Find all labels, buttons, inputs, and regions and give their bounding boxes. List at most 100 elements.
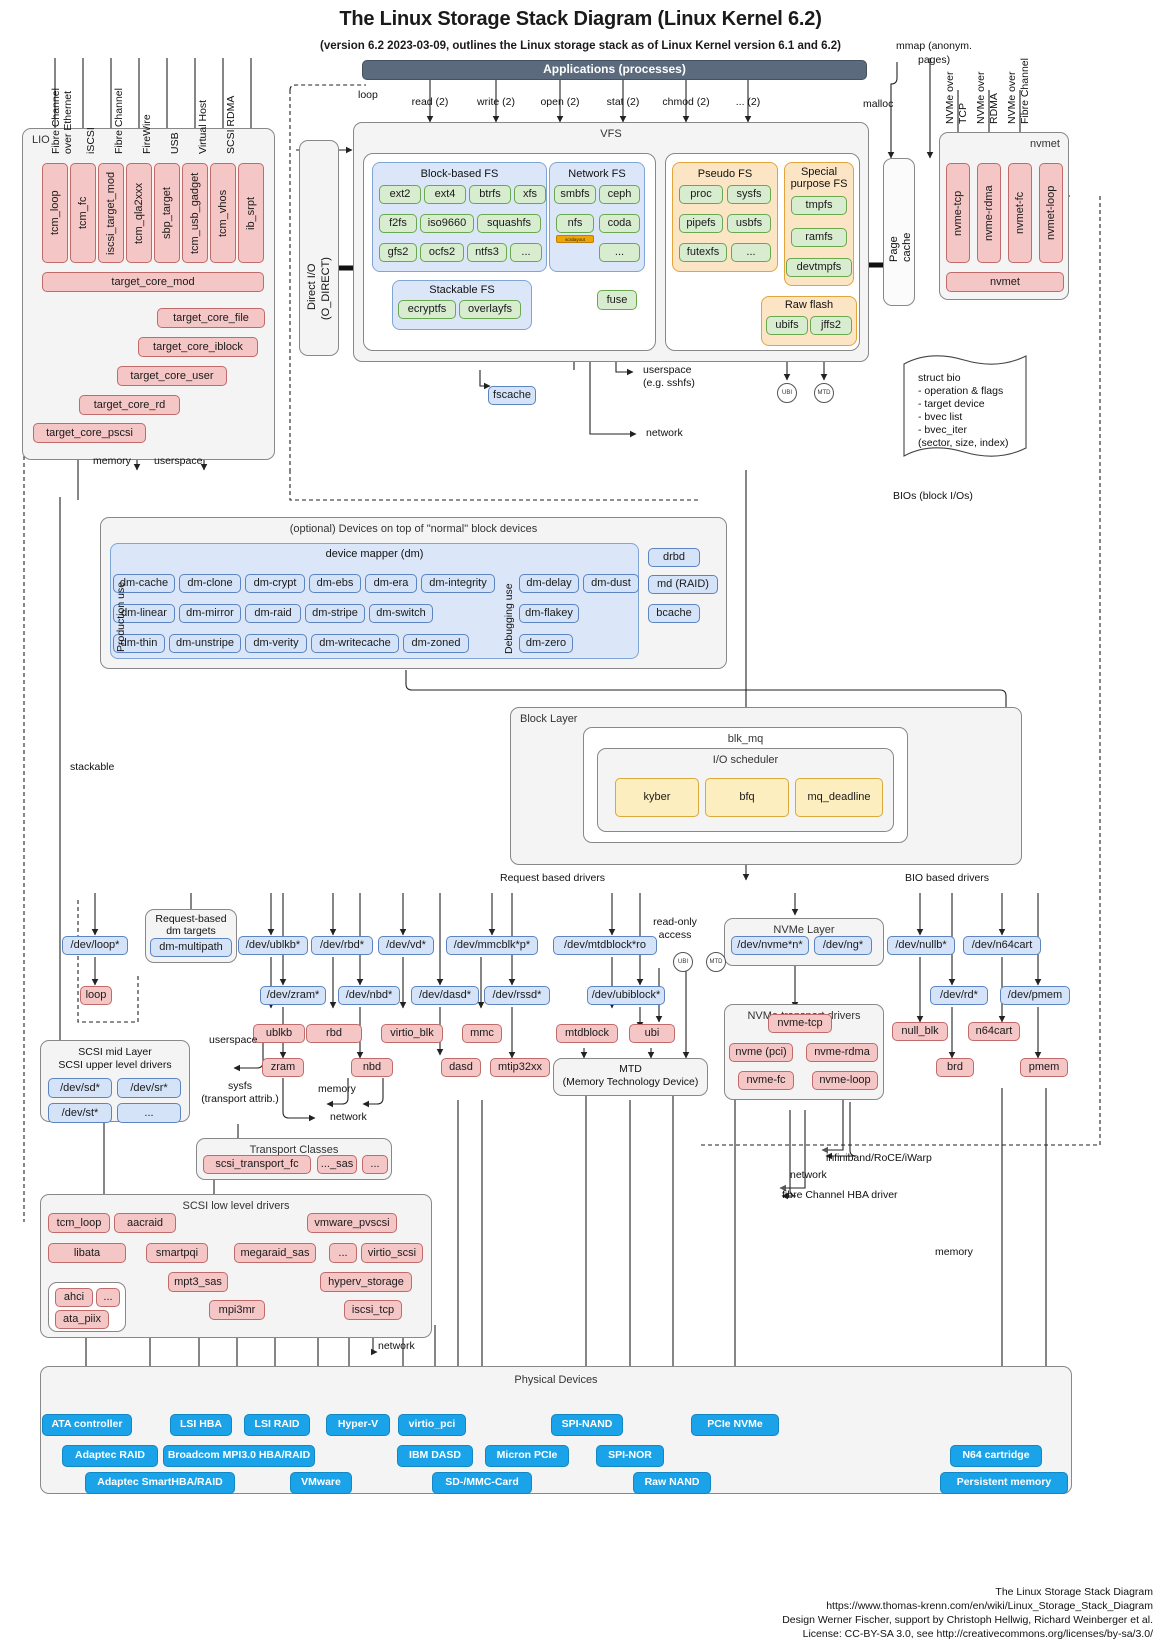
dm-switch[interactable]: dm-switch (369, 604, 433, 623)
fs-ubifs[interactable]: ubifs (766, 316, 808, 335)
fs-overlayfs[interactable]: overlayfs (459, 300, 521, 319)
fs-nfs[interactable]: nfs (556, 214, 594, 233)
phys-pcie-nvme[interactable]: PCIe NVMe (691, 1414, 779, 1436)
lio-fabric-tcm-usb-gadget[interactable]: tcm_usb_gadget (182, 163, 208, 263)
lio-fabric-ib-srpt[interactable]: ib_srpt (238, 163, 264, 263)
driver-nbd[interactable]: nbd (351, 1058, 393, 1077)
phys-adaptec-raid[interactable]: Adaptec RAID (62, 1445, 158, 1467)
driver-ublkb[interactable]: ublkb (253, 1024, 305, 1043)
scsi-low-tcm-loop[interactable]: tcm_loop (48, 1213, 110, 1233)
driver-virtio-blk[interactable]: virtio_blk (381, 1024, 443, 1043)
fs-smbfs[interactable]: smbfs (554, 185, 596, 204)
nvmet-module-nvmet-fc[interactable]: nvmet-fc (1008, 163, 1032, 263)
fs-ocfs2[interactable]: ocfs2 (420, 243, 464, 262)
dm-dust[interactable]: dm-dust (583, 574, 639, 593)
phys-micron-pcie[interactable]: Micron PCIe (485, 1445, 569, 1467)
devnode-loop[interactable]: /dev/loop* (62, 936, 128, 955)
devnode-vd[interactable]: /dev/vd* (378, 936, 434, 955)
dm-delay[interactable]: dm-delay (519, 574, 579, 593)
phys-virtio-pci[interactable]: virtio_pci (398, 1414, 466, 1436)
driver-nvme-pci[interactable]: nvme (pci) (729, 1043, 793, 1062)
scsi-low-smartpqi[interactable]: smartpqi (146, 1243, 208, 1263)
libata-more[interactable]: ... (96, 1288, 120, 1307)
devnode-mmcblk[interactable]: /dev/mmcblk*p* (446, 936, 538, 955)
phys-broadcom-mpi3[interactable]: Broadcom MPI3.0 HBA/RAID (163, 1445, 315, 1467)
devnode-rbd[interactable]: /dev/rbd* (311, 936, 373, 955)
devnode-sr[interactable]: /dev/sr* (117, 1078, 181, 1098)
fs-btrfs[interactable]: btrfs (469, 185, 511, 204)
devnode-nbd[interactable]: /dev/nbd* (338, 986, 400, 1005)
scsi-low-iscsi-tcp[interactable]: iscsi_tcp (344, 1300, 402, 1320)
nvmet-core[interactable]: nvmet (946, 272, 1064, 292)
lio-target-core-mod[interactable]: target_core_mod (42, 272, 264, 292)
fs-tmpfs[interactable]: tmpfs (791, 196, 847, 215)
libata-ahci[interactable]: ahci (55, 1288, 93, 1307)
driver-ubi[interactable]: ubi (629, 1024, 675, 1043)
dm-zero[interactable]: dm-zero (519, 634, 573, 653)
fs-ecryptfs[interactable]: ecryptfs (398, 300, 456, 319)
phys-lsi-hba[interactable]: LSI HBA (170, 1414, 232, 1436)
driver-loop[interactable]: loop (80, 986, 112, 1005)
phys-raw-nand[interactable]: Raw NAND (633, 1472, 711, 1494)
scsi-low-vmware-pvscsi[interactable]: vmware_pvscsi (307, 1213, 397, 1233)
driver-nvme-tcp[interactable]: nvme-tcp (768, 1014, 832, 1033)
lio-target-core-rd[interactable]: target_core_rd (79, 395, 180, 415)
lio-fabric-tcm-loop[interactable]: tcm_loop (42, 163, 68, 263)
scheduler-bfq[interactable]: bfq (705, 778, 789, 817)
scsi-low-mpt3-sas[interactable]: mpt3_sas (168, 1272, 228, 1292)
devnode-rssd[interactable]: /dev/rssd* (484, 986, 550, 1005)
fs-proc[interactable]: proc (679, 185, 723, 204)
fs-ceph[interactable]: ceph (599, 185, 640, 204)
fs-usbfs[interactable]: usbfs (727, 214, 771, 233)
devnode-ublkb[interactable]: /dev/ublkb* (238, 936, 308, 955)
dm-flakey[interactable]: dm-flakey (519, 604, 579, 623)
devnode-rd[interactable]: /dev/rd* (930, 986, 988, 1005)
lio-fabric-tcm-qla2xxx[interactable]: tcm_qla2xxx (126, 163, 152, 263)
fs-futexfs[interactable]: futexfs (679, 243, 727, 262)
phys-n64-cartridge[interactable]: N64 cartridge (950, 1445, 1042, 1467)
nvmet-module-nvmet-loop[interactable]: nvmet-loop (1039, 163, 1063, 263)
fs-block-more[interactable]: ... (510, 243, 542, 262)
fs-devtmpfs[interactable]: devtmpfs (786, 258, 852, 277)
bcache[interactable]: bcache (648, 604, 700, 623)
devnode-n64cart[interactable]: /dev/n64cart (963, 936, 1041, 955)
driver-mtdblock[interactable]: mtdblock (556, 1024, 618, 1043)
dm-zoned[interactable]: dm-zoned (403, 634, 469, 653)
driver-zram[interactable]: zram (262, 1058, 304, 1077)
driver-pmem[interactable]: pmem (1020, 1058, 1068, 1077)
dm-integrity[interactable]: dm-integrity (421, 574, 495, 593)
dm-stripe[interactable]: dm-stripe (305, 604, 365, 623)
scsi-low-more[interactable]: ... (329, 1243, 357, 1263)
scsi-low-libata[interactable]: libata (48, 1243, 126, 1263)
fs-ntfs3[interactable]: ntfs3 (467, 243, 507, 262)
fs-iso9660[interactable]: iso9660 (420, 214, 474, 233)
dm-verity[interactable]: dm-verity (245, 634, 307, 653)
devnode-pmem[interactable]: /dev/pmem (1000, 986, 1070, 1005)
dm-era[interactable]: dm-era (365, 574, 417, 593)
driver-mtip32xx[interactable]: mtip32xx (490, 1058, 550, 1077)
fs-ext2[interactable]: ext2 (379, 185, 421, 204)
driver-nvme-loop[interactable]: nvme-loop (812, 1071, 878, 1090)
devnode-st[interactable]: /dev/st* (48, 1103, 112, 1123)
fs-xfs[interactable]: xfs (514, 185, 546, 204)
scsi-low-aacraid[interactable]: aacraid (114, 1213, 176, 1233)
driver-dasd[interactable]: dasd (441, 1058, 481, 1077)
dm-mirror[interactable]: dm-mirror (179, 604, 241, 623)
phys-sd-mmc-card[interactable]: SD-/MMC-Card (432, 1472, 532, 1494)
devnode-nvme[interactable]: /dev/nvme*n* (731, 936, 809, 955)
dm-crypt[interactable]: dm-crypt (245, 574, 305, 593)
nvmet-module-nvme-tcp[interactable]: nvme-tcp (946, 163, 970, 263)
driver-mmc[interactable]: mmc (462, 1024, 502, 1043)
driver-brd[interactable]: brd (936, 1058, 974, 1077)
fs-squashfs[interactable]: squashfs (477, 214, 541, 233)
phys-ata-controller[interactable]: ATA controller (42, 1414, 132, 1436)
scheduler-mq-deadline[interactable]: mq_deadline (795, 778, 883, 817)
scsi-transport-sas[interactable]: ..._sas (317, 1155, 357, 1174)
lio-target-core-file[interactable]: target_core_file (157, 308, 265, 328)
fs-coda[interactable]: coda (599, 214, 640, 233)
phys-ibm-dasd[interactable]: IBM DASD (397, 1445, 473, 1467)
phys-vmware[interactable]: VMware (290, 1472, 352, 1494)
devnode-zram[interactable]: /dev/zram* (260, 986, 326, 1005)
driver-nvme-fc[interactable]: nvme-fc (738, 1071, 794, 1090)
fs-ramfs[interactable]: ramfs (791, 228, 847, 247)
